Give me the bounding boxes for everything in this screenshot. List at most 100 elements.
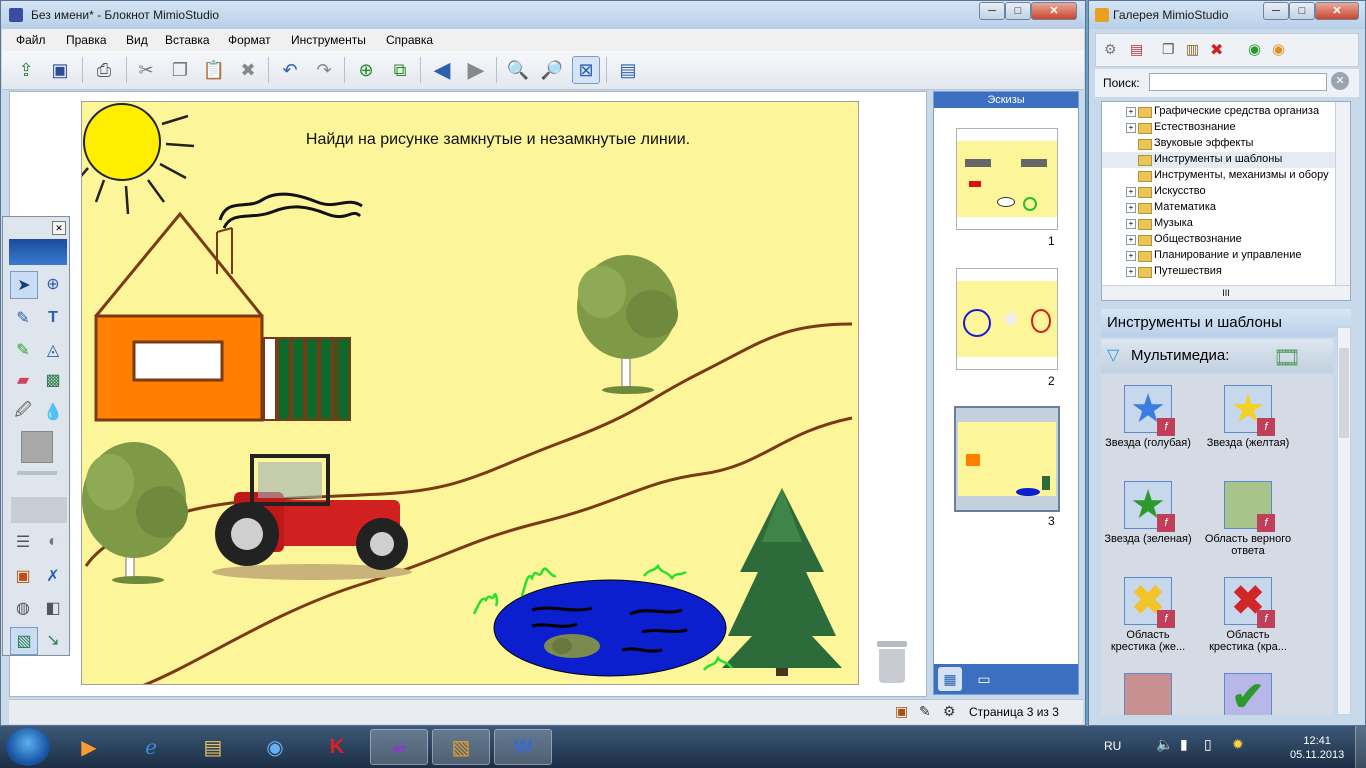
taskbar-ie-icon[interactable]: ℯ [122, 729, 180, 765]
line-style-icon[interactable]: ☰ [10, 529, 36, 555]
gallery-import-icon[interactable]: ▤ [1130, 41, 1143, 58]
gallery-toggle-icon[interactable]: ▧ [10, 627, 38, 655]
import-icon[interactable]: ↘ [40, 627, 66, 653]
tools-icon[interactable]: ✗ [40, 563, 66, 589]
search-clear-icon[interactable]: ✕ [1331, 72, 1349, 90]
taskbar-app-icon[interactable]: ◉ [246, 729, 304, 765]
show-desktop-button[interactable] [1355, 726, 1366, 768]
sun-image[interactable] [82, 103, 195, 215]
notification-icon[interactable]: ✹ [1232, 736, 1244, 753]
gallery-item-checkmark[interactable]: ✔ [1203, 673, 1293, 715]
select-tool-icon[interactable]: ➤ [10, 271, 38, 299]
gallery-minimize-button[interactable]: ─ [1263, 2, 1289, 20]
house[interactable] [94, 211, 264, 422]
text-tool-icon[interactable]: T [40, 305, 66, 331]
maximize-button[interactable]: □ [1005, 2, 1031, 20]
attachments-view-icon[interactable]: ▭ [972, 667, 996, 691]
gallery-copy-icon[interactable]: ❐ [1162, 41, 1175, 58]
gallery-item-blue-star[interactable]: ★ f Звезда (голубая) [1103, 385, 1193, 449]
notebook-page[interactable]: Найди на рисунке замкнутые и незамкнутые… [81, 101, 859, 685]
tree-item[interactable]: Звуковые эффекты [1102, 136, 1336, 152]
zoom-in-icon[interactable]: 🔍 [504, 56, 532, 84]
menu-view[interactable]: Вид [126, 33, 148, 47]
zoom-out-icon[interactable]: 🔎 [538, 56, 566, 84]
transparency-icon[interactable]: ◐ [40, 529, 66, 555]
cut-icon[interactable]: ✂ [132, 56, 160, 84]
taskbar-media-player-icon[interactable]: ▶ [60, 729, 118, 765]
tree-horizontal-scrollbar[interactable]: III [1102, 285, 1350, 300]
thumbnail-page-1[interactable] [956, 128, 1058, 230]
gallery-items-scrollbar[interactable] [1337, 327, 1351, 715]
gallery-back-icon[interactable]: ◉ [1248, 40, 1261, 58]
color-palette-grid[interactable] [11, 497, 67, 523]
menu-tools[interactable]: Инструменты [291, 33, 366, 47]
title-bar[interactable]: Без имени* - Блокнот MimioStudio ─ □ ✕ [1, 1, 1085, 29]
gallery-close-button[interactable]: ✕ [1315, 2, 1359, 20]
status-record-icon[interactable]: ▣ [895, 703, 908, 720]
taskbar-mimio-gallery-icon[interactable]: ▧ [432, 729, 490, 765]
gallery-paste-icon[interactable]: ▥ [1186, 41, 1199, 58]
taskbar-word-icon[interactable]: W [494, 729, 552, 765]
gallery-item-yellow-cross[interactable]: ✖ f Область крестика (же... [1103, 577, 1193, 653]
language-indicator[interactable]: RU [1104, 739, 1121, 753]
tree-item[interactable]: + Планирование и управление [1102, 248, 1336, 264]
menu-format[interactable]: Формат [228, 33, 271, 47]
gallery-item-yellow-star[interactable]: ★ f Звезда (желтая) [1203, 385, 1293, 449]
birch-tree-left[interactable] [82, 442, 188, 584]
tree-item[interactable]: + Графические средства организа [1102, 104, 1336, 120]
taskbar-explorer-icon[interactable]: ▤ [184, 729, 242, 765]
tree-item[interactable]: + Обществознание [1102, 232, 1336, 248]
screen-icon[interactable]: ▤ [614, 56, 642, 84]
fence[interactable] [263, 337, 351, 421]
recorder-icon[interactable]: ▣ [10, 563, 36, 589]
line-width-slider[interactable] [17, 471, 57, 475]
paste-icon[interactable]: 📋 [200, 56, 228, 84]
save-icon[interactable]: ▣ [46, 56, 74, 84]
status-tools-icon[interactable]: ⚙ [943, 703, 956, 720]
close-button[interactable]: ✕ [1031, 2, 1077, 20]
tree-item[interactable]: + Естествознание [1102, 120, 1336, 136]
thumbnail-page-3-selected[interactable] [954, 406, 1060, 512]
page-instruction-text[interactable]: Найди на рисунке замкнутые и незамкнутые… [306, 131, 690, 148]
print-icon[interactable]: ⎙ [90, 56, 118, 84]
screen-capture-icon[interactable]: ◧ [40, 595, 66, 621]
network-icon[interactable]: ▮ [1180, 736, 1188, 753]
gallery-title-bar[interactable]: Галерея MimioStudio ─ □ ✕ [1089, 1, 1365, 29]
thumbnail-page-2[interactable] [956, 268, 1058, 370]
gallery-item-red-area[interactable] [1103, 673, 1193, 715]
zoom-tool-icon[interactable]: ⊕ [40, 271, 66, 297]
spruce-tree[interactable] [722, 488, 842, 676]
trash-icon[interactable] [875, 641, 909, 683]
status-pen-icon[interactable]: ✎ [919, 703, 931, 720]
minimize-button[interactable]: ─ [979, 2, 1005, 20]
redo-icon[interactable]: ↷ [310, 56, 338, 84]
power-icon[interactable]: ▯ [1204, 736, 1212, 753]
gallery-item-correct-area[interactable]: f Область верного ответа [1203, 481, 1293, 557]
color-swatch[interactable] [21, 431, 53, 463]
gallery-settings-icon[interactable]: ⚙ [1104, 41, 1117, 58]
collapse-triangle-icon[interactable]: ▽ [1107, 339, 1119, 373]
smoke-lines[interactable] [218, 192, 363, 229]
tree-item[interactable]: + Музыка [1102, 216, 1336, 232]
menu-file[interactable]: Файл [16, 33, 46, 47]
new-page-icon[interactable]: ⊕ [352, 56, 380, 84]
gallery-delete-icon[interactable]: ✖ [1210, 40, 1223, 60]
pond[interactable] [493, 579, 727, 677]
open-icon[interactable]: ⇪ [12, 56, 40, 84]
birch-tree-right[interactable] [577, 255, 678, 394]
dropper-tool-icon[interactable]: 🖉 [10, 399, 36, 425]
fill-tool-icon[interactable]: 💧 [40, 399, 66, 425]
gallery-forward-icon[interactable]: ◉ [1272, 40, 1285, 58]
undo-icon[interactable]: ↶ [276, 56, 304, 84]
palette-close-icon[interactable]: ✕ [52, 221, 66, 235]
next-page-icon[interactable]: ▶ [462, 56, 490, 84]
mouse-icon[interactable]: ◍ [10, 595, 36, 621]
shape-tool-icon[interactable]: ◬ [40, 337, 66, 363]
tree-item[interactable]: + Путешествия [1102, 264, 1336, 280]
highlighter-tool-icon[interactable]: ✎ [10, 337, 36, 363]
subcategory-header[interactable]: ▽ Мультимедиа: 🎞 [1101, 339, 1333, 373]
tree-item[interactable]: + Искусство [1102, 184, 1336, 200]
system-clock[interactable]: 12:41 05.11.2013 [1290, 734, 1344, 762]
taskbar-mimio-notebook-icon[interactable]: ▰ [370, 729, 428, 765]
menu-edit[interactable]: Правка [66, 33, 107, 47]
